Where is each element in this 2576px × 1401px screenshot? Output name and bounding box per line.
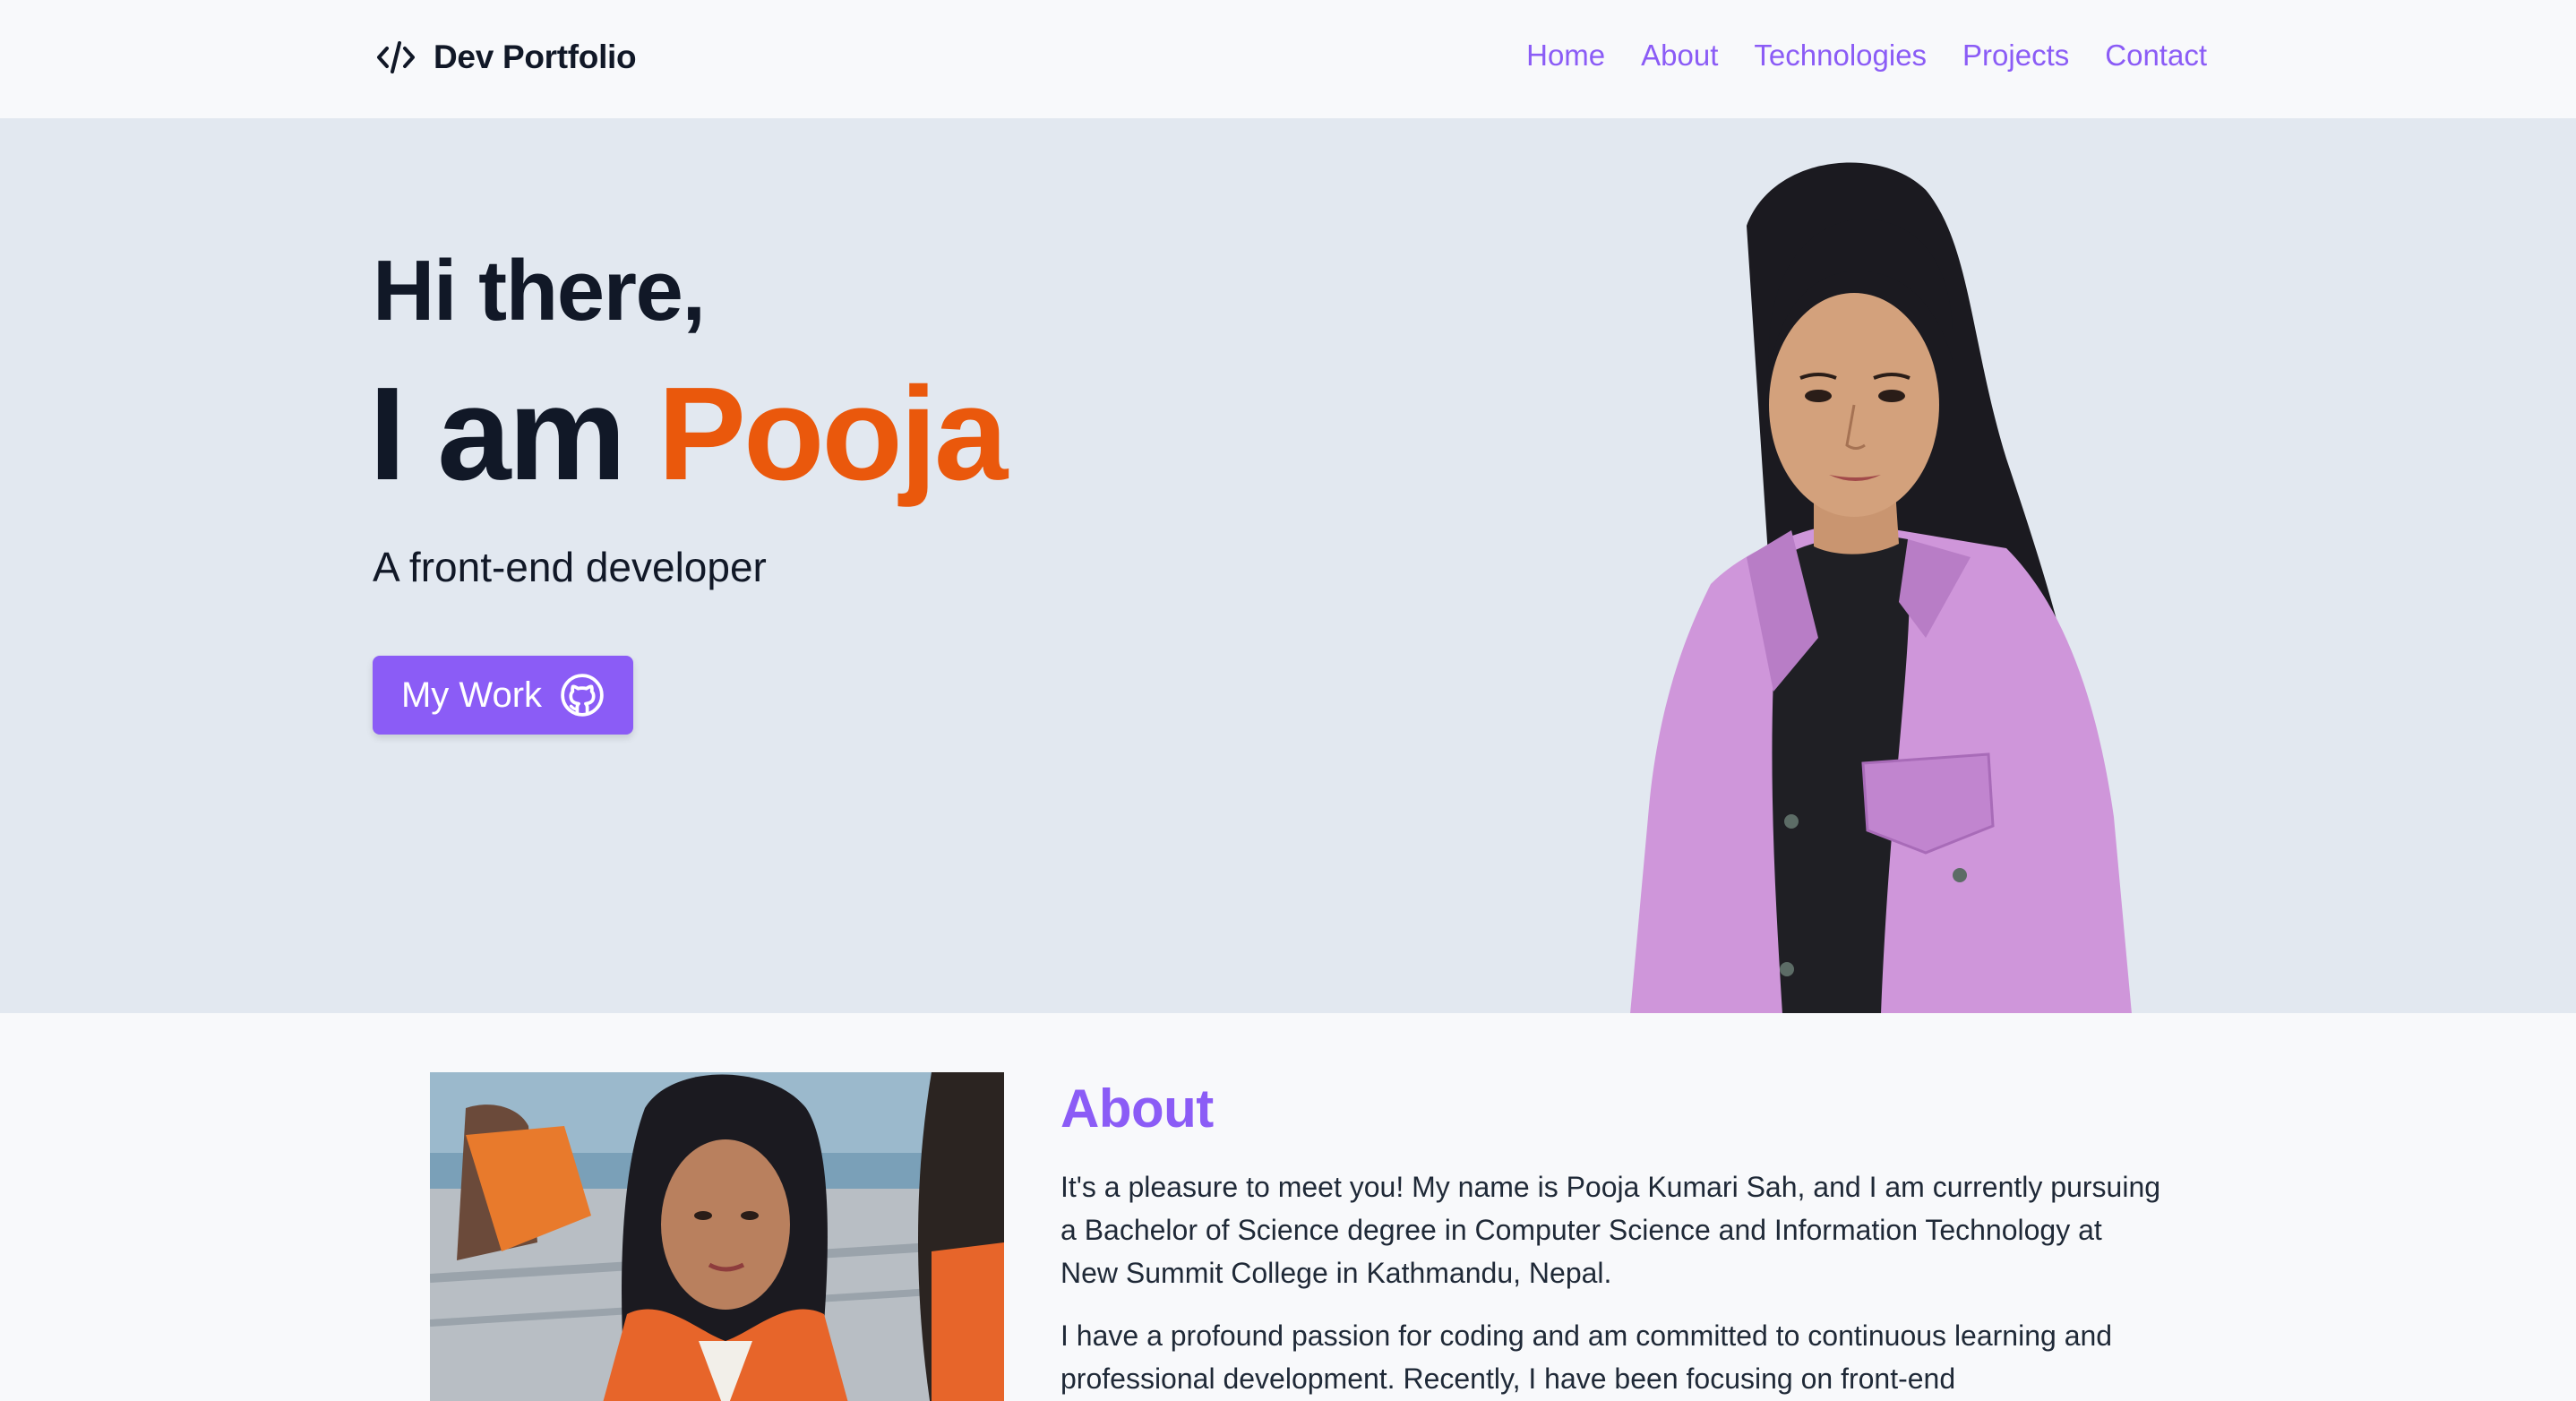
- nav-link-projects[interactable]: Projects: [1962, 39, 2069, 73]
- hero-intro: I am Pooja: [369, 360, 1008, 508]
- nav-link-about[interactable]: About: [1641, 39, 1718, 73]
- hero-greeting: Hi there,: [373, 243, 706, 339]
- about-body: It's a pleasure to meet you! My name is …: [1060, 1165, 2162, 1401]
- about-section: About It's a pleasure to meet you! My na…: [0, 1013, 2576, 1401]
- about-paragraph: I have a profound passion for coding and…: [1060, 1319, 2113, 1395]
- about-photo-image: [430, 1072, 1004, 1401]
- my-work-label: My Work: [400, 675, 543, 715]
- hero-intro-prefix: I am: [369, 360, 626, 508]
- profile-portrait-image: [1630, 162, 2132, 1013]
- hero-role: A front-end developer: [373, 544, 767, 590]
- code-icon: [377, 41, 415, 73]
- nav-link-technologies[interactable]: Technologies: [1754, 39, 1927, 73]
- github-icon: [561, 674, 604, 717]
- brand-title: Dev Portfolio: [434, 39, 637, 75]
- about-title: About: [1060, 1079, 1214, 1139]
- navbar: Dev Portfolio Home About Technologies Pr…: [0, 0, 2576, 118]
- portfolio-page: Dev Portfolio Home About Technologies Pr…: [0, 0, 2576, 1401]
- about-paragraph: It's a pleasure to meet you! My name is …: [1060, 1171, 2161, 1289]
- nav-link-contact[interactable]: Contact: [2105, 39, 2207, 73]
- main-nav: Home About Technologies Projects Contact: [1526, 32, 2207, 79]
- brand-link[interactable]: Dev Portfolio: [374, 34, 637, 81]
- hero-section: Hi there, I am Pooja A front-end develop…: [0, 118, 2576, 1013]
- hero-name: Pooja: [657, 360, 1008, 508]
- my-work-button[interactable]: My Work: [373, 656, 633, 735]
- nav-link-home[interactable]: Home: [1526, 39, 1605, 73]
